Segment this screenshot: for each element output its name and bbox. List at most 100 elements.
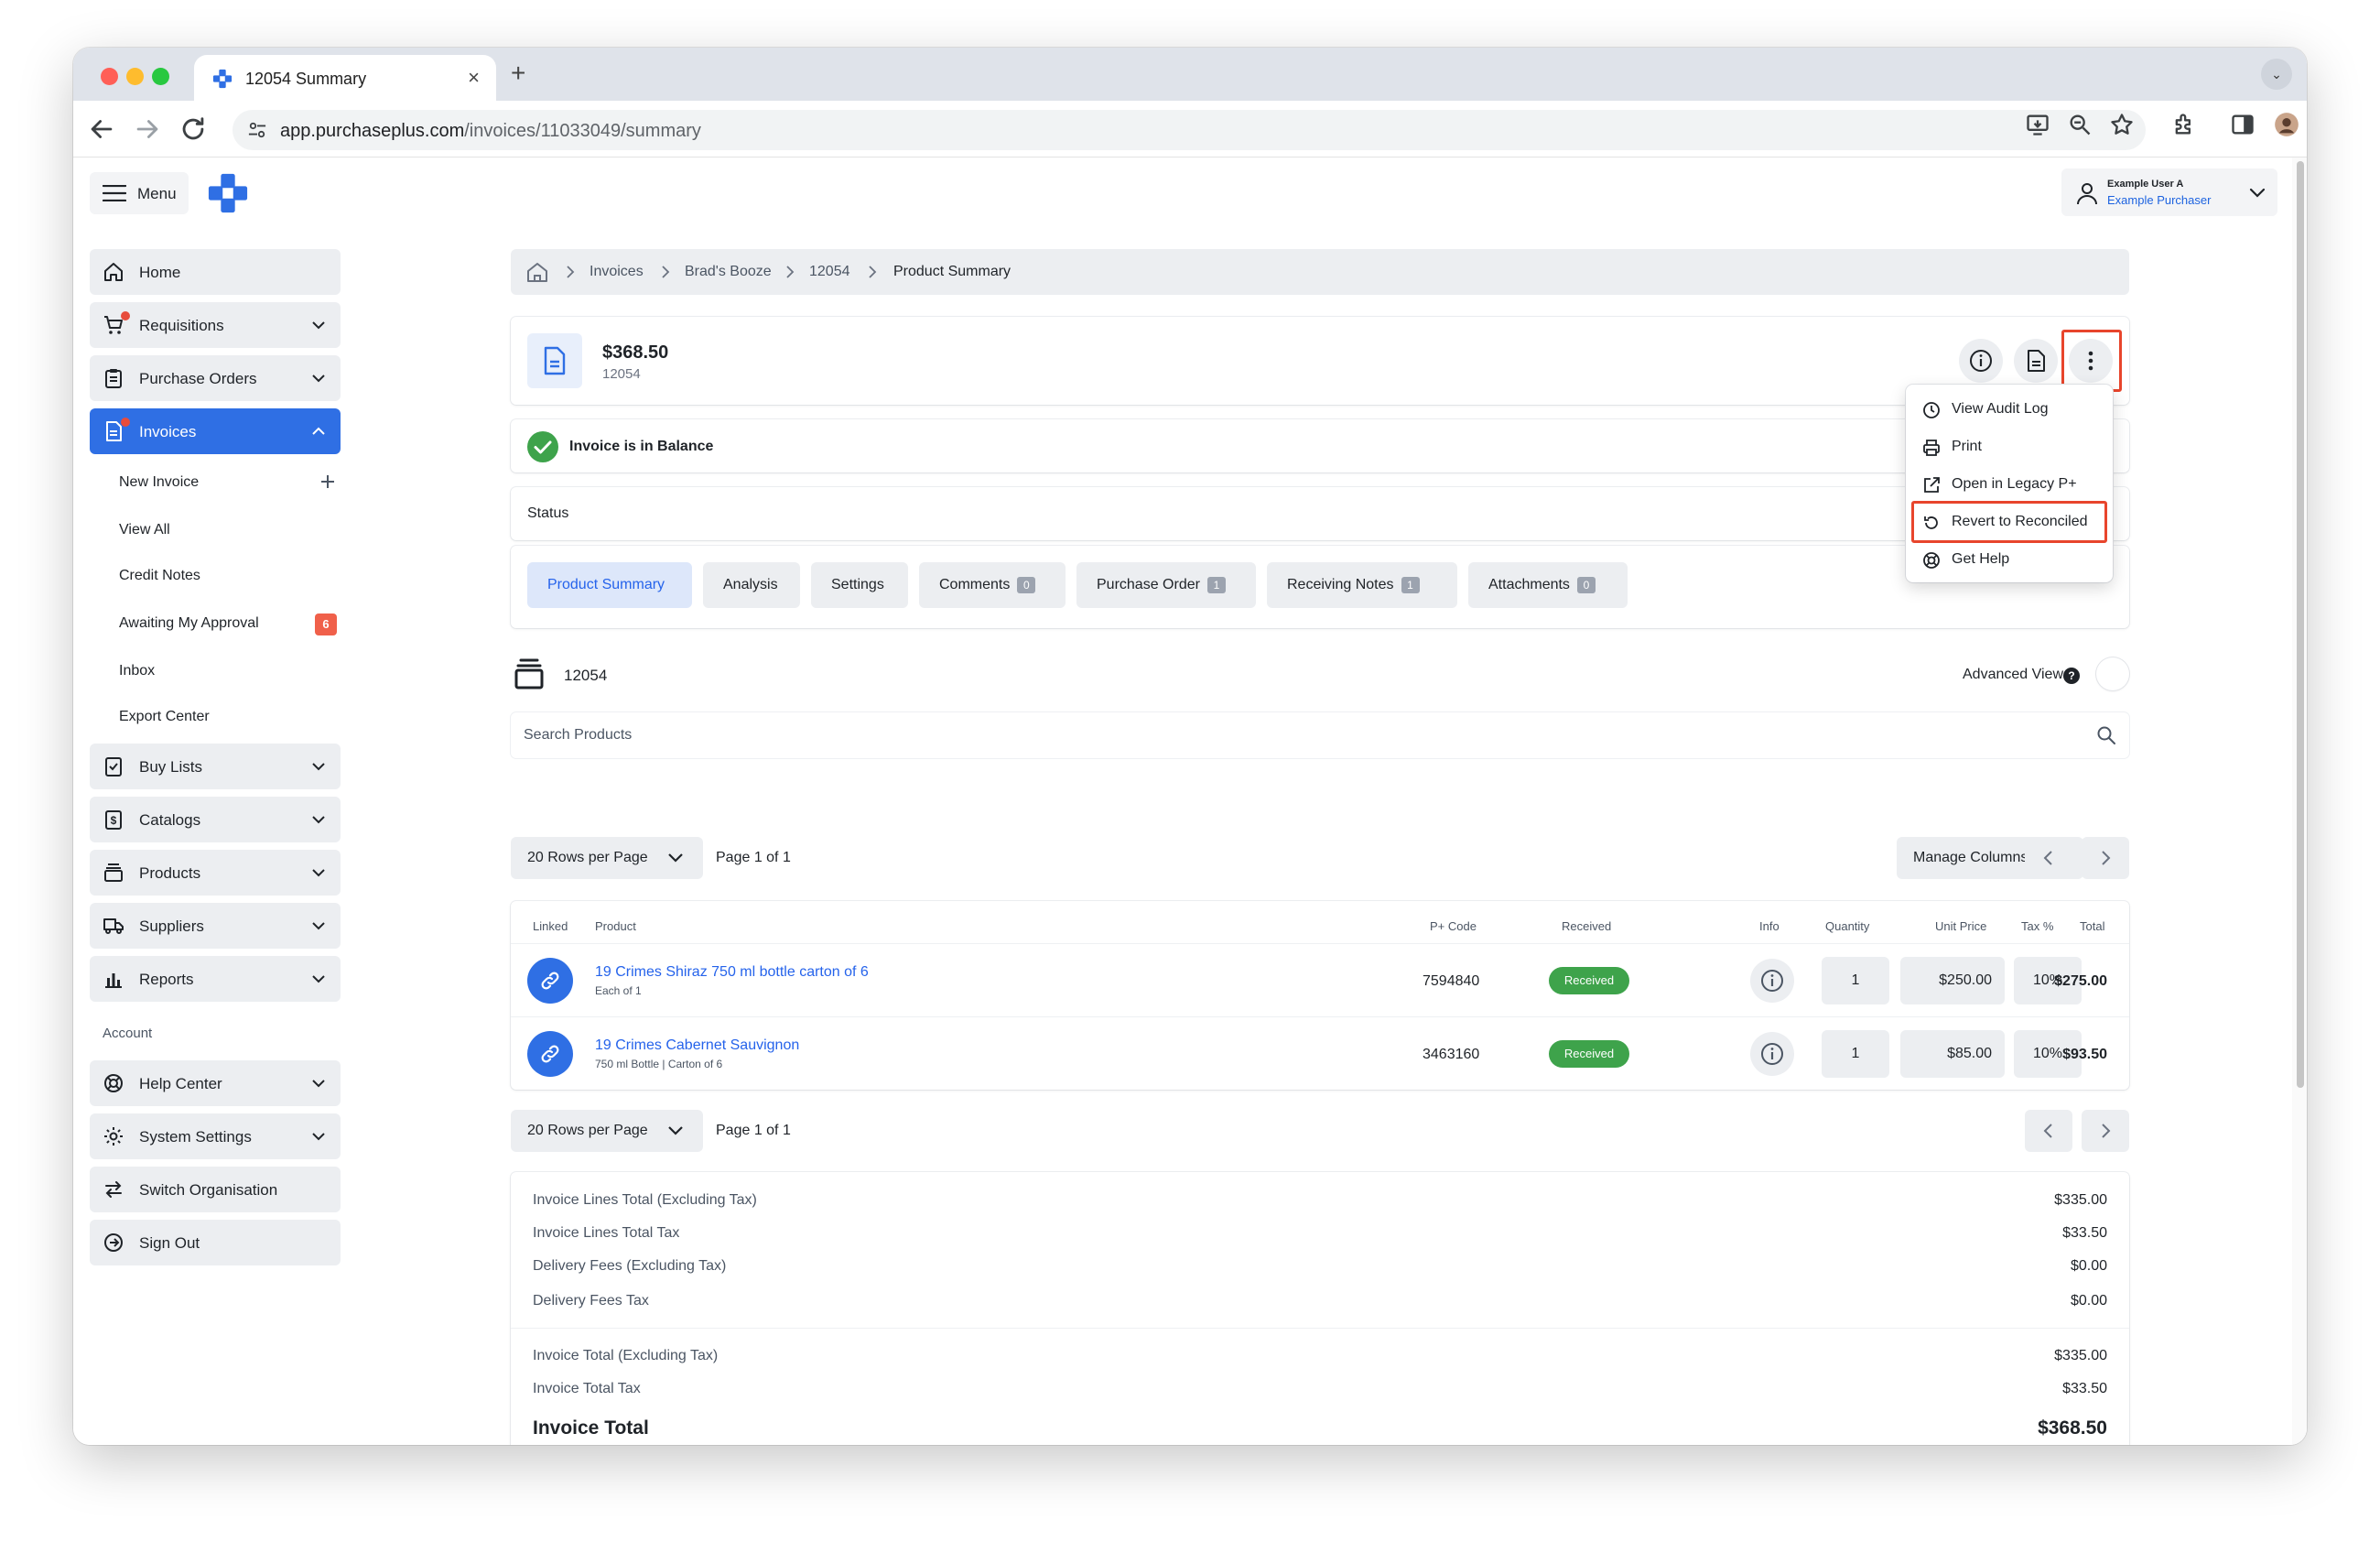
prev-page-button[interactable] [2025,837,2072,879]
product-name-link[interactable]: 19 Crimes Shiraz 750 ml bottle carton of… [595,964,869,981]
total-label: Invoice Total (Excluding Tax) [533,1348,719,1363]
sidebar-item-products[interactable]: Products [90,850,341,896]
info-button[interactable] [1959,339,2003,383]
chevron-down-icon [312,975,325,983]
extensions-icon[interactable] [2171,112,2197,137]
install-app-icon[interactable] [2025,112,2050,137]
address-bar[interactable]: app.purchaseplus.com/invoices/11033049/s… [233,110,2146,150]
total-value: $33.50 [2062,1225,2107,1241]
prev-page-button-bottom[interactable] [2025,1110,2072,1152]
sidebar-item-catalogs[interactable]: $ Catalogs [90,797,341,842]
document-button[interactable] [2014,339,2058,383]
tab-purchase-order[interactable]: Purchase Order 1 [1076,562,1256,608]
total-label: Delivery Fees (Excluding Tax) [533,1258,727,1274]
external-link-icon [1924,477,1940,493]
sidebar-item-suppliers[interactable]: Suppliers [90,903,341,949]
sidebar-item-home[interactable]: Home [90,249,341,295]
sidebar-subitem-credit-notes[interactable]: Credit Notes [119,568,200,584]
tab-comments[interactable]: Comments 0 [919,562,1066,608]
linked-button[interactable] [527,1031,573,1077]
sidebar-subitem-view-all[interactable]: View All [119,522,170,538]
sidebar-item-sign-out[interactable]: Sign Out [90,1220,341,1265]
sidebar-item-purchase-orders[interactable]: Purchase Orders [90,355,341,401]
user-menu-button[interactable]: Example User A Example Purchaser [2061,168,2277,216]
total-label: Invoice Total Tax [533,1381,641,1396]
product-name-link[interactable]: 19 Crimes Cabernet Sauvignon [595,1037,799,1054]
breadcrumb-supplier[interactable]: Brad's Booze [685,264,772,280]
sidebar-item-system-settings[interactable]: System Settings [90,1113,341,1159]
sidebar-item-invoices[interactable]: Invoices [90,408,341,454]
tabs-bar: Product Summary Analysis Settings Commen… [511,546,2129,628]
status-section[interactable]: Status [511,487,2129,540]
sidebar-item-label: Suppliers [139,918,204,935]
minimize-window-button[interactable] [126,68,144,85]
row-info-button[interactable] [1750,1032,1794,1076]
reload-icon[interactable] [178,114,209,145]
browser-tab[interactable]: 12054 Summary × [194,55,496,101]
close-tab-icon[interactable]: × [468,66,480,90]
search-input[interactable] [524,723,2061,747]
sidebar-item-help-center[interactable]: Help Center [90,1060,341,1106]
help-question-icon[interactable]: ? [2063,668,2080,684]
column-header: Received [1562,919,1612,933]
menu-item-get-help[interactable]: Get Help [1913,542,2105,577]
plus-icon[interactable] [319,472,337,491]
sidebar-item-switch-organisation[interactable]: Switch Organisation [90,1167,341,1212]
tab-search-button[interactable]: ⌄ [2261,59,2292,90]
lifebuoy-icon [1923,552,1940,569]
purchaseplus-logo-icon[interactable] [207,172,249,214]
breadcrumb-invoice-number[interactable]: 12054 [809,264,850,280]
home-icon[interactable] [525,261,549,283]
tab-attachments[interactable]: Attachments 0 [1468,562,1628,608]
rows-per-page-select-bottom[interactable]: 20 Rows per Page [511,1110,703,1152]
zoom-icon[interactable] [2067,112,2093,137]
sidebar-subitem-new-invoice[interactable]: New Invoice [119,474,199,491]
page-scrollbar[interactable] [2292,157,2307,1445]
rows-per-page-select[interactable]: 20 Rows per Page [511,837,703,879]
tab-receiving-notes[interactable]: Receiving Notes 1 [1267,562,1457,608]
row-info-button[interactable] [1750,959,1794,1003]
scrollbar-thumb[interactable] [2297,161,2304,1088]
invoice-totals: Invoice Lines Total (Excluding Tax) $335… [511,1172,2129,1445]
maximize-window-button[interactable] [152,68,169,85]
menu-button[interactable]: Menu [90,172,189,214]
side-panel-icon[interactable] [2230,112,2256,137]
total-value: $335.00 [2054,1348,2107,1363]
next-page-button[interactable] [2082,837,2129,879]
gear-icon [104,1127,123,1146]
tab-product-summary[interactable]: Product Summary [527,562,692,608]
divider [511,1328,2129,1329]
sidebar-subitem-inbox[interactable]: Inbox [119,663,155,679]
product-code: 7594840 [1423,973,1480,989]
site-settings-icon[interactable] [247,121,267,139]
clock-icon [1923,402,1940,418]
next-page-button-bottom[interactable] [2082,1110,2129,1152]
close-window-button[interactable] [101,68,118,85]
sidebar-item-requisitions[interactable]: Requisitions [90,302,341,348]
menu-item-view-audit-log[interactable]: View Audit Log [1913,392,2105,427]
sidebar-subitem-export-center[interactable]: Export Center [119,709,210,725]
sidebar-item-buy-lists[interactable]: Buy Lists [90,744,341,789]
forward-icon[interactable] [132,114,163,145]
profile-avatar-icon[interactable] [2274,112,2299,137]
sidebar-item-reports[interactable]: Reports [90,956,341,1002]
chevron-left-icon [2043,1124,2052,1138]
unit-price-field[interactable]: $85.00 [1900,1030,2005,1078]
chevron-down-icon [312,321,325,330]
search-icon[interactable] [2096,725,2116,745]
tab-analysis[interactable]: Analysis [703,562,800,608]
new-tab-button[interactable]: + [511,59,525,88]
linked-button[interactable] [527,958,573,1004]
chevron-down-icon [312,1133,325,1141]
bookmark-star-icon[interactable] [2109,112,2135,137]
advanced-view-toggle[interactable] [2096,657,2129,690]
breadcrumb-invoices[interactable]: Invoices [590,264,644,280]
quantity-field[interactable]: 1 [1822,1030,1889,1078]
sidebar-subitem-awaiting-approval[interactable]: Awaiting My Approval [119,615,259,632]
menu-item-print[interactable]: Print [1913,429,2105,464]
unit-price-field[interactable]: $250.00 [1900,957,2005,1004]
menu-item-open-legacy[interactable]: Open in Legacy P+ [1913,467,2105,502]
tab-settings[interactable]: Settings [811,562,908,608]
quantity-field[interactable]: 1 [1822,957,1889,1004]
back-icon[interactable] [86,114,117,145]
